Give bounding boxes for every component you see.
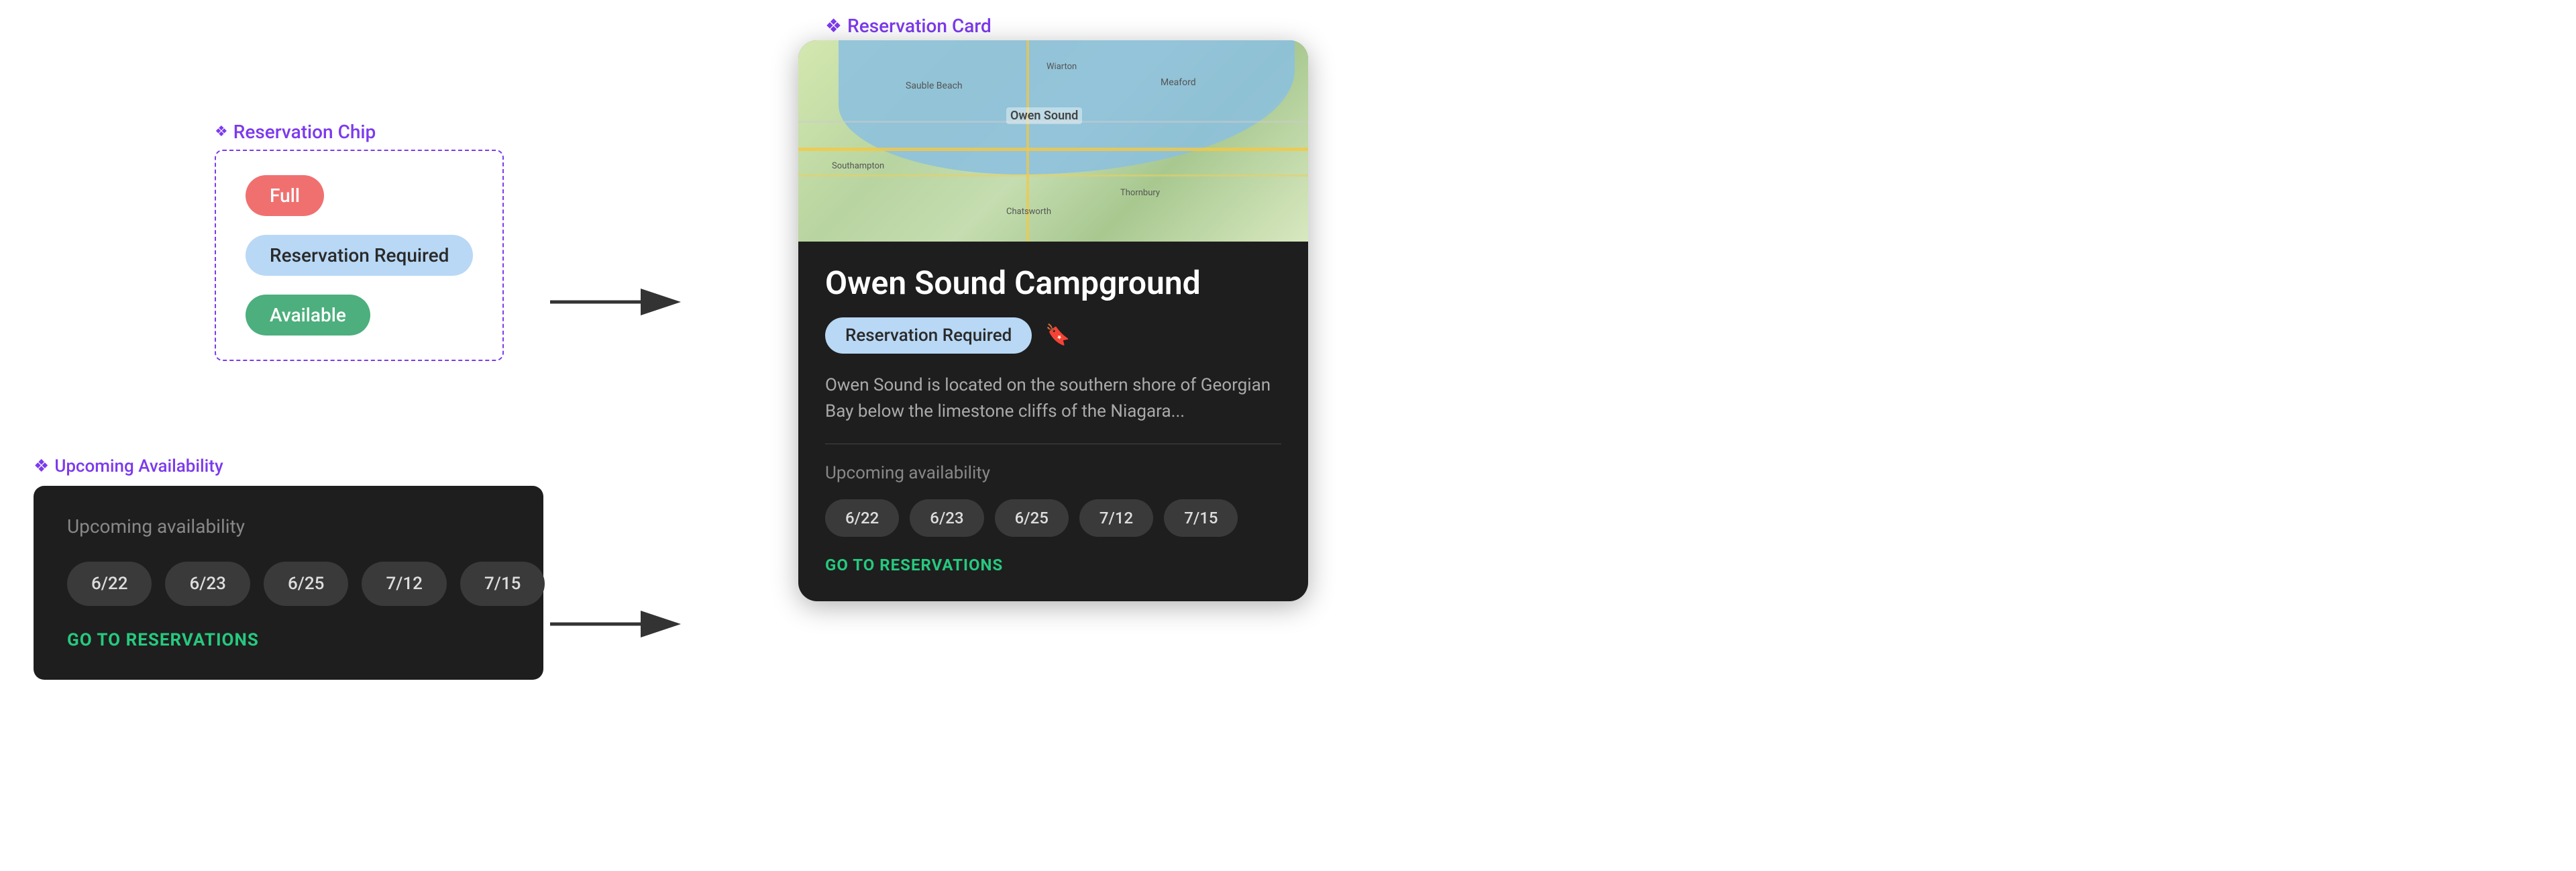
reservation-card: Owen Sound Sauble Beach Meaford Southamp… [798,40,1308,601]
date-chip-2[interactable]: 6/25 [264,562,348,606]
card-chips-row: Reservation Required 🔖 [825,317,1281,354]
upcoming-diamond-icon: ❖ [34,456,49,476]
card-date-2[interactable]: 6/25 [995,499,1069,537]
chip-full[interactable]: Full [246,175,324,216]
map-label-thornbury: Thornbury [1120,188,1160,198]
card-diamond-icon: ❖ [825,15,842,37]
date-chip-1[interactable]: 6/23 [165,562,250,606]
card-date-3[interactable]: 7/12 [1079,499,1153,537]
arrow-chip-to-card [550,282,684,325]
date-chip-3[interactable]: 7/12 [362,562,446,606]
upcoming-section-title: Upcoming Availability [54,456,223,476]
map-road-horizontal-2 [798,174,1308,176]
card-date-1[interactable]: 6/23 [910,499,983,537]
map-label-meaford: Meaford [1161,77,1196,88]
map-label-sauble: Sauble Beach [906,81,963,91]
availability-card: Upcoming availability 6/22 6/23 6/25 7/1… [34,486,543,680]
card-go-reservations-button[interactable]: GO TO RESERVATIONS [825,556,1281,574]
card-availability-title: Upcoming availability [825,463,1281,483]
card-date-chips: 6/22 6/23 6/25 7/12 7/15 [825,499,1281,537]
card-reservation-chip[interactable]: Reservation Required [825,317,1032,354]
availability-date-chips: 6/22 6/23 6/25 7/12 7/15 [67,562,510,606]
card-content: Owen Sound Campground Reservation Requir… [798,242,1308,601]
arrow-avail-to-card [550,604,684,647]
upcoming-section-label: ❖ Upcoming Availability [34,456,543,476]
go-to-reservations-button[interactable]: GO TO RESERVATIONS [67,630,510,650]
diamond-icon: ❖ [215,123,228,140]
map-road-horizontal-1 [798,148,1308,151]
chip-section-label: ❖ Reservation Chip [215,121,504,143]
reservation-card-section-label: ❖ Reservation Card [825,15,991,37]
map-label-southampton: Southampton [832,161,884,171]
campground-description: Owen Sound is located on the southern sh… [825,372,1281,425]
campground-name: Owen Sound Campground [825,266,1281,301]
date-chip-4[interactable]: 7/15 [460,562,545,606]
chip-section: ❖ Reservation Chip Full Reservation Requ… [215,121,504,361]
availability-card-title: Upcoming availability [67,515,510,537]
map-label-wiarton: Wiarton [1046,62,1077,72]
map-background: Owen Sound Sauble Beach Meaford Southamp… [798,40,1308,242]
chip-reservation-required[interactable]: Reservation Required [246,235,473,276]
upcoming-availability-section: ❖ Upcoming Availability Upcoming availab… [34,456,543,680]
bookmark-icon[interactable]: 🔖 [1045,323,1070,347]
map-label-owen-sound: Owen Sound [1006,107,1082,124]
date-chip-0[interactable]: 6/22 [67,562,152,606]
reservation-card-title: Reservation Card [847,15,991,37]
chip-box: Full Reservation Required Available [215,150,504,361]
chip-available[interactable]: Available [246,295,370,336]
card-date-0[interactable]: 6/22 [825,499,899,537]
map-label-chatsworth: Chatsworth [1006,207,1051,217]
chip-section-title: Reservation Chip [233,121,376,143]
card-date-4[interactable]: 7/15 [1164,499,1238,537]
campground-map: Owen Sound Sauble Beach Meaford Southamp… [798,40,1308,242]
